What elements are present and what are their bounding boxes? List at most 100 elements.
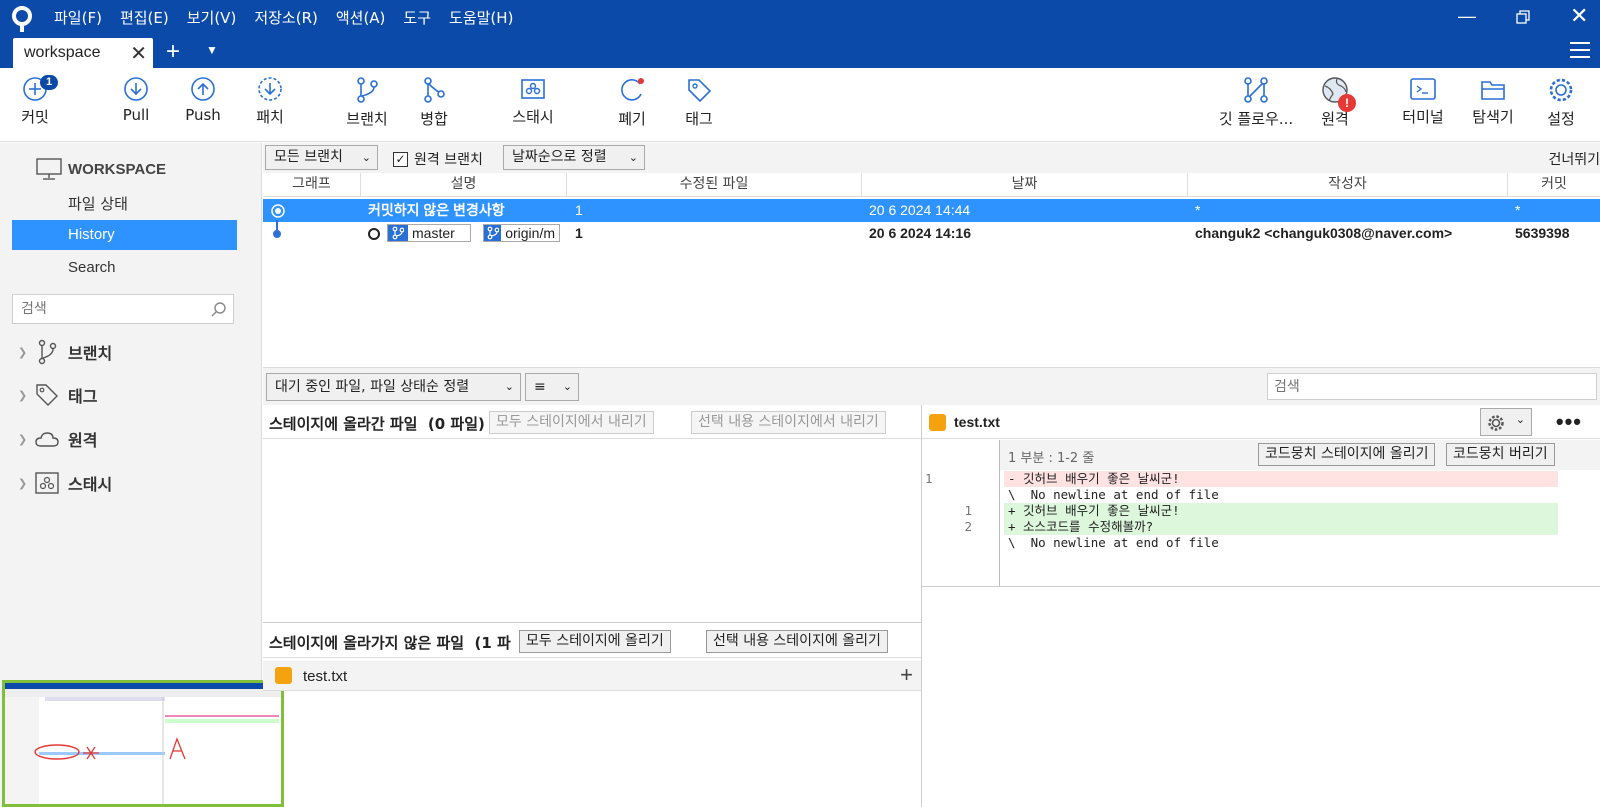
sidebar-group-label: 태그 (68, 387, 98, 406)
remote-button[interactable]: ! 원격 (1300, 76, 1370, 129)
commit-button[interactable]: 1 커밋 (0, 75, 70, 127)
explorer-button[interactable]: 탐색기 (1458, 76, 1528, 127)
branches-dropdown-value: 모든 브랜치 (274, 149, 343, 165)
stage-hunk-button[interactable]: 코드뭉치 스테이지에 올리기 (1258, 443, 1436, 466)
pending-search-input[interactable] (1268, 374, 1558, 399)
menu-edit[interactable]: 편집(E) (120, 6, 169, 30)
minimize-icon[interactable]: — (1458, 4, 1476, 28)
stage-file-plus-icon[interactable]: + (900, 662, 913, 688)
sidebar-group-stashes[interactable]: ❯ 스태시 (18, 471, 112, 495)
gear-icon (1488, 415, 1504, 431)
history-filter-bar: 모든 브랜치 ⌄ ✓ 원격 브랜치 날짜순으로 정렬 ⌄ 건너뛰기 (263, 143, 1600, 173)
explorer-folder-icon (1481, 81, 1505, 100)
menu-view[interactable]: 보기(V) (187, 6, 237, 30)
unstage-selected-button[interactable]: 선택 내용 스테이지에서 내리기 (691, 411, 886, 434)
sidebar-group-remotes[interactable]: ❯ 원격 (18, 427, 97, 451)
hamburger-menu-icon[interactable] (1570, 42, 1590, 60)
pull-button[interactable]: Pull (101, 76, 171, 124)
unstage-all-button[interactable]: 모두 스테이지에서 내리기 (489, 411, 654, 434)
diff-line-context[interactable]: \ No newline at end of file (922, 535, 1600, 551)
unstaged-file-row[interactable]: test.txt + (263, 661, 921, 691)
view-mode-dropdown[interactable]: ≡ ⌄ (525, 373, 579, 401)
sidebar-group-branches[interactable]: ❯ 브랜치 (18, 339, 112, 365)
col-date[interactable]: 날짜 (862, 173, 1188, 196)
tab-workspace[interactable]: workspace ✕ (13, 38, 153, 68)
diff-line-deleted[interactable]: 1- 깃허브 배우기 좋은 날씨군! (922, 471, 1600, 487)
diff-line-added[interactable]: 1 + 깃허브 배우기 좋은 날씨군! (922, 503, 1600, 519)
unstaged-files-header: 스테이지에 올라가지 않은 파일 (1 파 모두 스테이지에 올리기 선택 내용… (263, 624, 921, 658)
merge-label: 병합 (420, 110, 448, 128)
remote-branch-checkbox[interactable]: ✓ 원격 브랜치 (393, 149, 483, 169)
branch-pill-master[interactable]: master (387, 224, 471, 247)
menu-file[interactable]: 파일(F) (54, 6, 102, 30)
settings-label: 설정 (1547, 110, 1575, 128)
diff-bottom-border (922, 586, 1600, 587)
toolbar: 1 커밋 Pull Push 패치 브랜치 병합 스태시 폐기 태그 깃 플로우… (0, 68, 1600, 142)
diff-options-dropdown[interactable]: ⌄ (1480, 408, 1532, 436)
tab-label: workspace (24, 44, 101, 61)
new-tab-icon[interactable]: + (166, 38, 180, 66)
table-row[interactable]: master origin/m 1 20 6 2024 14:16 changu… (263, 222, 1600, 245)
sort-dropdown-value: 날짜순으로 정렬 (512, 149, 607, 165)
tag-button[interactable]: 태그 (664, 76, 734, 129)
settings-gear-icon (1549, 78, 1573, 102)
staged-files-header: 스테이지에 올라간 파일 (0 파일) 모두 스테이지에서 내리기 선택 내용 … (263, 405, 921, 439)
push-label: Push (185, 106, 221, 124)
sidebar-item-search[interactable]: Search (12, 253, 237, 283)
sidebar-item-history[interactable]: History (12, 220, 237, 250)
tab-list-chevron-icon[interactable]: ▼ (206, 43, 218, 57)
push-button[interactable]: Push (168, 76, 238, 124)
merge-button[interactable]: 병합 (399, 76, 469, 129)
explorer-label: 탐색기 (1472, 108, 1514, 126)
unstaged-file-name: test.txt (303, 668, 348, 685)
branches-dropdown[interactable]: 모든 브랜치 ⌄ (265, 145, 378, 170)
branch-button[interactable]: 브랜치 (332, 76, 402, 129)
stash-button[interactable]: 스태시 (498, 76, 568, 127)
menu-repository[interactable]: 저장소(R) (254, 6, 318, 30)
stage-all-button[interactable]: 모두 스테이지에 올리기 (519, 630, 671, 653)
chevron-right-icon: ❯ (18, 432, 28, 446)
cloud-icon (35, 432, 59, 447)
sort-dropdown[interactable]: 날짜순으로 정렬 ⌄ (503, 145, 645, 170)
col-modified-files[interactable]: 수정된 파일 (567, 173, 862, 196)
menu-help[interactable]: 도움말(H) (449, 6, 513, 30)
skip-link[interactable]: 건너뛰기 (1548, 149, 1600, 169)
col-commit[interactable]: 커밋 (1508, 173, 1600, 196)
terminal-button[interactable]: 터미널 (1388, 76, 1458, 127)
discard-hunk-button[interactable]: 코드뭉치 버리기 (1446, 443, 1555, 466)
col-author[interactable]: 작성자 (1188, 173, 1508, 196)
branch-icon (487, 226, 499, 240)
merge-icon (424, 77, 445, 103)
remote-branch-label: 원격 브랜치 (414, 152, 483, 168)
git-flow-button[interactable]: 깃 플로우... (1216, 76, 1296, 129)
restore-icon[interactable] (1516, 10, 1530, 24)
col-description[interactable]: 설명 (361, 173, 567, 196)
branch-pill-origin[interactable]: origin/m (483, 224, 560, 247)
sidebar-group-tags[interactable]: ❯ 태그 (18, 383, 97, 407)
patch-button[interactable]: 패치 (235, 76, 305, 127)
head-marker-icon (368, 228, 380, 240)
col-graph[interactable]: 그래프 (263, 173, 361, 196)
more-options-icon[interactable]: ••• (1556, 409, 1582, 435)
checkmark-icon: ✓ (393, 151, 408, 167)
table-row-uncommitted[interactable]: 커밋하지 않은 변경사항 1 20 6 2024 14:44 * * (263, 199, 1600, 222)
close-window-icon[interactable]: ✕ (1570, 4, 1588, 28)
history-table-header: 그래프 설명 수정된 파일 날짜 작성자 커밋 (263, 173, 1600, 197)
settings-button[interactable]: 설정 (1526, 76, 1596, 129)
diff-line-context[interactable]: \ No newline at end of file (922, 487, 1600, 503)
sidebar-search-input[interactable] (13, 295, 203, 323)
menu-tools[interactable]: 도구 (403, 6, 431, 30)
pending-sort-dropdown[interactable]: 대기 중인 파일, 파일 상태순 정렬 ⌄ (266, 373, 521, 401)
sidebar-item-file-status[interactable]: 파일 상태 (12, 189, 237, 219)
discard-button[interactable]: 폐기 (597, 76, 667, 129)
menu-actions[interactable]: 액션(A) (336, 6, 386, 30)
row-author: * (1195, 202, 1201, 218)
diff-line-added[interactable]: 2 + 소스코드를 수정해볼까? (922, 519, 1600, 535)
row-files: 1 (575, 202, 583, 218)
stage-selected-button[interactable]: 선택 내용 스테이지에 올리기 (706, 630, 888, 653)
chevron-right-icon: ❯ (18, 388, 28, 402)
patch-label: 패치 (256, 108, 284, 126)
pending-files-bar: 대기 중인 파일, 파일 상태순 정렬 ⌄ ≡ ⌄ (263, 367, 1600, 405)
screenshot-thumbnail[interactable] (2, 680, 284, 807)
tab-close-icon[interactable]: ✕ (130, 41, 147, 66)
